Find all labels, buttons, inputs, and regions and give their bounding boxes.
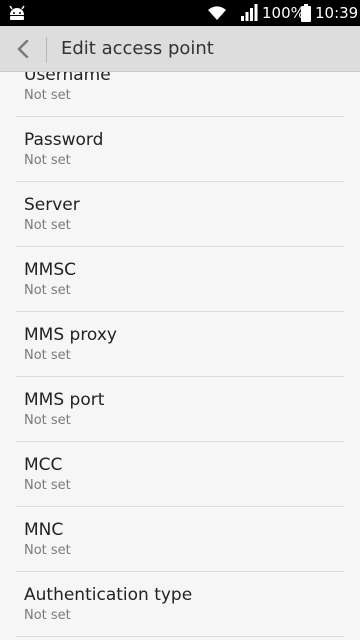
list-item-authentication-type[interactable]: Authentication type Not set bbox=[16, 572, 344, 637]
wifi-icon bbox=[208, 6, 226, 20]
clock: 10:39 bbox=[315, 4, 359, 22]
list-item-value: Not set bbox=[24, 88, 71, 103]
list-item-mmsc[interactable]: MMSC Not set bbox=[16, 247, 344, 312]
back-button[interactable] bbox=[8, 32, 40, 66]
settings-list: Username Not set Password Not set Server… bbox=[0, 72, 360, 637]
list-item-value: Not set bbox=[24, 413, 71, 428]
list-item-value: Not set bbox=[24, 608, 71, 623]
list-item-title: Authentication type bbox=[24, 585, 193, 605]
list-item-title: MCC bbox=[24, 455, 63, 475]
list-item-title: Server bbox=[24, 195, 80, 215]
list-item-title: MMS port bbox=[24, 390, 105, 410]
status-bar: 100% 10:39 bbox=[0, 0, 360, 26]
android-icon bbox=[9, 5, 25, 20]
list-item-username[interactable]: Username Not set bbox=[16, 72, 344, 117]
list-item-mms-proxy[interactable]: MMS proxy Not set bbox=[16, 312, 344, 377]
signal-icon bbox=[241, 4, 258, 21]
list-item-value: Not set bbox=[24, 348, 71, 363]
list-item-value: Not set bbox=[24, 283, 71, 298]
app-bar-divider bbox=[46, 37, 47, 63]
battery-icon bbox=[301, 4, 311, 22]
list-item-value: Not set bbox=[24, 218, 71, 233]
list-item-title: MMS proxy bbox=[24, 325, 117, 345]
page-title: Edit access point bbox=[61, 38, 214, 59]
list-item-mms-port[interactable]: MMS port Not set bbox=[16, 377, 344, 442]
list-item-title: MNC bbox=[24, 520, 64, 540]
list-item-title: MMSC bbox=[24, 260, 76, 280]
list-item-mcc[interactable]: MCC Not set bbox=[16, 442, 344, 507]
list-item-server[interactable]: Server Not set bbox=[16, 182, 344, 247]
app-bar: Edit access point bbox=[0, 26, 360, 72]
settings-list-container: Username Not set Password Not set Server… bbox=[0, 72, 360, 640]
list-item-title: Password bbox=[24, 130, 104, 150]
battery-percent: 100% bbox=[262, 4, 305, 22]
chevron-left-icon bbox=[17, 40, 29, 58]
list-item-title: Username bbox=[24, 72, 111, 85]
list-item-value: Not set bbox=[24, 478, 71, 493]
list-item-mnc[interactable]: MNC Not set bbox=[16, 507, 344, 572]
list-item-value: Not set bbox=[24, 153, 71, 168]
list-item-value: Not set bbox=[24, 543, 71, 558]
list-item-password[interactable]: Password Not set bbox=[16, 117, 344, 182]
